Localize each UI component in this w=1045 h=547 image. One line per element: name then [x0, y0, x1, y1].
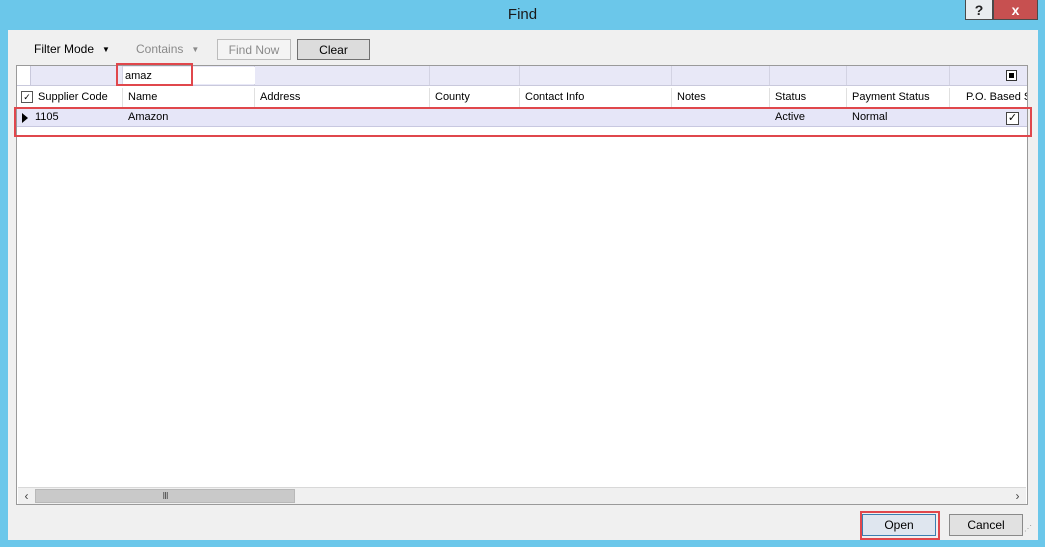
help-button[interactable]: ?	[965, 0, 993, 20]
checkmark-icon: ✓	[1007, 112, 1018, 124]
scrollbar-thumb[interactable]: III	[35, 489, 295, 503]
column-header-row: ✓ Supplier Code Name Address County Cont…	[17, 88, 1027, 108]
cell-status[interactable]: Active	[770, 109, 847, 126]
results-grid: ✓ Supplier Code Name Address County Cont…	[16, 65, 1028, 505]
filter-cell-contact-info[interactable]	[520, 66, 672, 85]
filter-cell-payment-status[interactable]	[847, 66, 950, 85]
name-filter-input[interactable]	[123, 67, 255, 84]
caret-down-icon: ▼	[191, 44, 200, 54]
filter-row-corner	[17, 66, 31, 85]
filter-cell-supplier-code[interactable]	[30, 66, 123, 85]
find-dialog: Find ? x Filter Mode ▼ Contains ▼ Find N…	[0, 0, 1045, 547]
cell-supplier-code[interactable]: 1105	[30, 109, 123, 126]
cell-notes[interactable]	[672, 109, 770, 126]
find-now-button[interactable]: Find Now	[217, 39, 291, 60]
window-title: Find	[507, 6, 538, 23]
table-row[interactable]: 1105 Amazon Active Normal ✓	[17, 109, 1027, 127]
dialog-body: Filter Mode ▼ Contains ▼ Find Now Clear	[8, 30, 1038, 540]
scroll-right-icon[interactable]: ›	[1009, 488, 1026, 504]
column-header-status[interactable]: Status	[770, 88, 847, 107]
resize-grip-icon[interactable]: ⋰	[1024, 525, 1036, 539]
filter-row	[17, 66, 1027, 86]
po-based-checkbox[interactable]: ✓	[1006, 112, 1019, 125]
po-based-filter-checkbox[interactable]	[1006, 70, 1017, 81]
open-button[interactable]: Open	[862, 514, 936, 536]
clear-button[interactable]: Clear	[297, 39, 370, 60]
filter-cell-status[interactable]	[770, 66, 847, 85]
column-header-address[interactable]: Address	[255, 88, 430, 107]
filter-cell-address[interactable]	[255, 66, 430, 85]
cell-county[interactable]	[430, 109, 520, 126]
column-header-supplier-code[interactable]: Supplier Code	[30, 88, 123, 107]
column-header-payment-status[interactable]: Payment Status	[847, 88, 950, 107]
scroll-left-icon[interactable]: ‹	[18, 488, 35, 504]
cell-address[interactable]	[255, 109, 430, 126]
filter-mode-label: Filter Mode	[34, 42, 95, 56]
filter-cell-notes[interactable]	[672, 66, 770, 85]
column-header-name[interactable]: Name	[123, 88, 255, 107]
filter-cell-county[interactable]	[430, 66, 520, 85]
row-indicator-icon	[22, 113, 28, 123]
horizontal-scrollbar[interactable]: ‹ III ›	[18, 487, 1026, 504]
column-header-notes[interactable]: Notes	[672, 88, 770, 107]
cell-payment-status[interactable]: Normal	[847, 109, 950, 126]
contains-dropdown[interactable]: Contains ▼	[136, 39, 199, 59]
column-header-contact-info[interactable]: Contact Info	[520, 88, 672, 107]
close-button[interactable]: x	[993, 0, 1038, 20]
column-header-county[interactable]: County	[430, 88, 520, 107]
cell-name[interactable]: Amazon	[123, 109, 255, 126]
cancel-button[interactable]: Cancel	[949, 514, 1023, 536]
contains-label: Contains	[136, 42, 184, 56]
caret-down-icon: ▼	[102, 44, 110, 54]
help-icon: ?	[974, 1, 984, 18]
title-bar[interactable]: Find ? x	[0, 0, 1045, 30]
cell-contact-info[interactable]	[520, 109, 672, 126]
column-header-po-based[interactable]: P.O. Based S	[950, 88, 1027, 107]
toolbar: Filter Mode ▼ Contains ▼ Find Now Clear	[8, 30, 1038, 64]
filter-mode-dropdown[interactable]: Filter Mode ▼	[34, 39, 110, 59]
close-icon: x	[1011, 1, 1020, 18]
